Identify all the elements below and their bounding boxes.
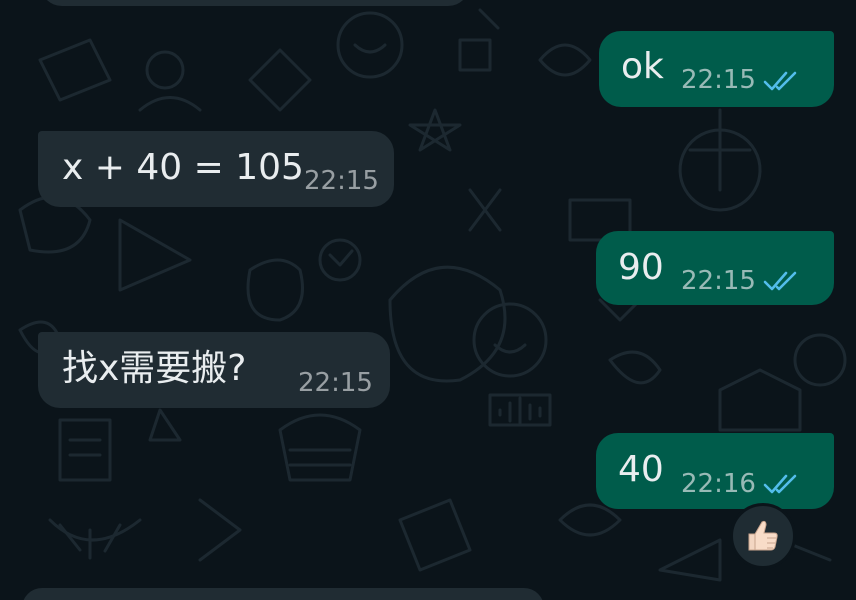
- message-time: 22:15: [681, 266, 756, 296]
- message-time: 22:15: [681, 65, 756, 95]
- message-time: 22:15: [304, 166, 379, 196]
- double-check-read-icon: [763, 271, 797, 291]
- chat-conversation[interactable]: ok 22:15 x + 40 = 105 22:15 90 22:15 找x需…: [0, 0, 856, 600]
- incoming-message-bubble[interactable]: x + 40 = 105 22:15: [38, 131, 394, 207]
- thumbs-up-icon: [748, 520, 778, 551]
- message-bubble-partial[interactable]: [40, 0, 470, 6]
- outgoing-message-bubble[interactable]: ok 22:15: [599, 31, 834, 107]
- incoming-message-bubble[interactable]: 找x需要搬? 22:15: [38, 332, 390, 408]
- double-check-read-icon: [763, 71, 797, 91]
- outgoing-message-bubble[interactable]: 40 22:16: [596, 433, 834, 509]
- message-bubble-partial[interactable]: [22, 588, 544, 600]
- message-text: 90: [618, 247, 664, 288]
- double-check-read-icon: [763, 474, 797, 494]
- message-text: x + 40 = 105: [62, 147, 304, 188]
- message-text: 找x需要搬?: [62, 348, 247, 389]
- message-text: ok: [621, 46, 664, 87]
- outgoing-message-bubble[interactable]: 90 22:15: [596, 231, 834, 305]
- message-reaction[interactable]: [730, 503, 796, 569]
- message-text: 40: [618, 449, 664, 490]
- message-time: 22:15: [298, 368, 373, 398]
- message-time: 22:16: [681, 469, 756, 499]
